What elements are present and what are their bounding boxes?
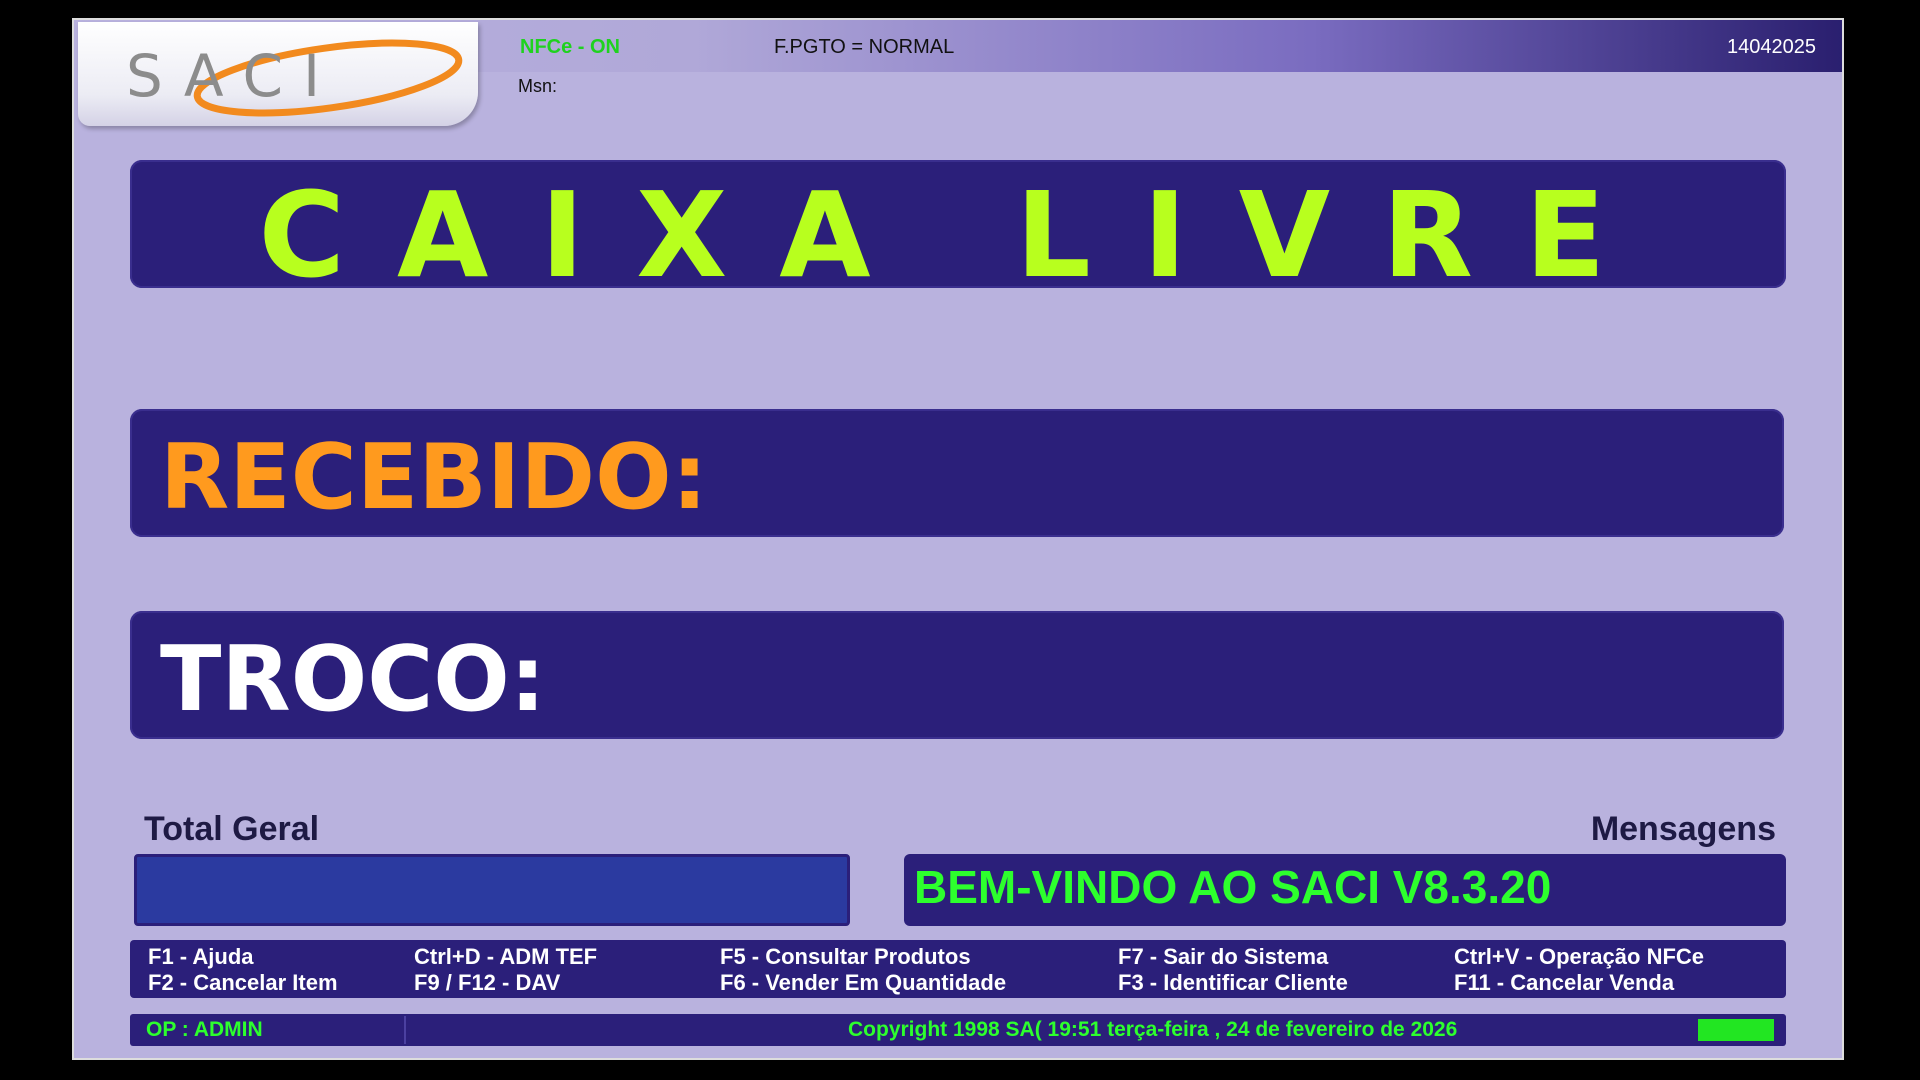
shortcut-f6-vender-quantidade[interactable]: F6 - Vender Em Quantidade (720, 970, 1006, 996)
msn-label: Msn: (518, 76, 558, 96)
shortcut-f1-ajuda[interactable]: F1 - Ajuda (148, 944, 254, 970)
copyright-datetime: Copyright 1998 SA( 19:51 terça-feira , 2… (848, 1018, 1458, 1041)
status-indicator-icon (1698, 1019, 1774, 1041)
shortcut-f5-consultar-produtos[interactable]: F5 - Consultar Produtos (720, 944, 971, 970)
troco-label: TROCO: (160, 627, 546, 732)
shortcut-ctrl-v-operacao-nfce[interactable]: Ctrl+V - Operação NFCe (1454, 944, 1704, 970)
shortcut-f2-cancelar-item[interactable]: F2 - Cancelar Item (148, 970, 338, 996)
mensagens-box: BEM-VINDO AO SACI V8.3.20 (904, 854, 1786, 926)
operator-label: OP : ADMIN (146, 1018, 263, 1041)
shortcut-f11-cancelar-venda[interactable]: F11 - Cancelar Venda (1454, 970, 1674, 996)
status-bar: OP : ADMIN Copyright 1998 SA( 19:51 terç… (130, 1014, 1786, 1046)
payment-status: F.PGTO = NORMAL (774, 36, 955, 58)
shortcut-f3-identificar-cliente[interactable]: F3 - Identificar Cliente (1118, 970, 1348, 996)
pdv-screen: NFCe - ON F.PGTO = NORMAL 14042025 Msn: … (72, 18, 1844, 1060)
total-geral-label: Total Geral (144, 810, 320, 848)
shortcut-f9-f12-dav[interactable]: F9 / F12 - DAV (414, 970, 560, 996)
caixa-status-title: CAIXA LIVRE (258, 166, 1658, 304)
shortcut-bar: F1 - Ajuda F2 - Cancelar Item Ctrl+D - A… (130, 940, 1786, 998)
recebido-panel: RECEBIDO: (130, 409, 1784, 537)
total-geral-field (134, 854, 850, 926)
logo-text: SACI (126, 42, 341, 110)
mensagens-text: BEM-VINDO AO SACI V8.3.20 (914, 861, 1552, 913)
troco-panel: TROCO: (130, 611, 1784, 739)
mensagens-label: Mensagens (1590, 810, 1776, 848)
saci-logo: SACI (78, 22, 478, 126)
status-separator (404, 1016, 406, 1044)
shortcut-ctrl-d-adm-tef[interactable]: Ctrl+D - ADM TEF (414, 944, 597, 970)
recebido-label: RECEBIDO: (160, 425, 708, 530)
register-code: 14042025 (1727, 36, 1816, 58)
caixa-status-panel: CAIXA LIVRE (130, 160, 1786, 304)
nfce-status: NFCe - ON (520, 36, 620, 58)
shortcut-f7-sair[interactable]: F7 - Sair do Sistema (1118, 944, 1328, 970)
